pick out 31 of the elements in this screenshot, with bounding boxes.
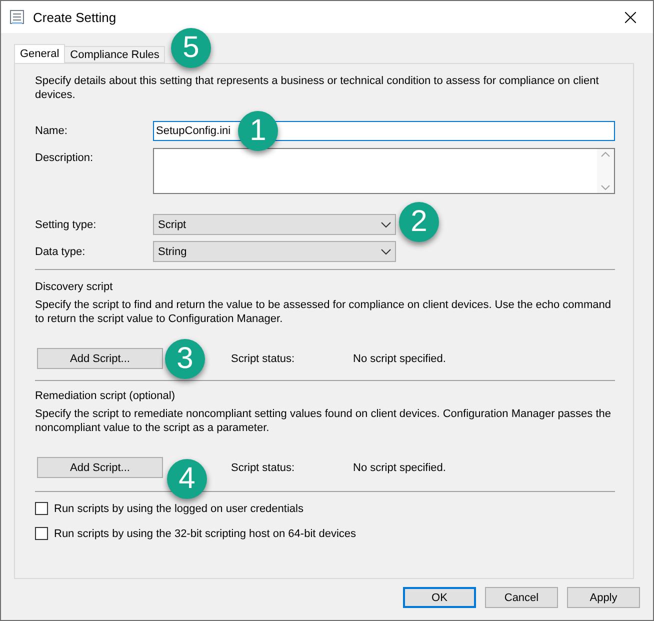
field-label: Data type: (35, 246, 86, 258)
status-label: Script status: (231, 352, 296, 364)
status-value: No script specified. (353, 462, 447, 474)
checkbox-label: Run scripts by using the logged on user credentials (54, 502, 304, 514)
close-icon (624, 12, 636, 22)
field-label: Name: (35, 125, 68, 137)
dropdown[interactable]: Script (153, 214, 396, 235)
add-script-button[interactable]: Add Script... (37, 348, 163, 369)
status-value: No script specified. (353, 352, 447, 364)
tab[interactable]: General (14, 44, 66, 63)
tab[interactable]: Compliance Rules (64, 46, 166, 63)
section-heading: Remediation script (optional) (35, 390, 176, 402)
section-description: Specify the script to find and return the value to be assessed for compliance on client devices. Use the echo command to return the script value to Configuration Manager. (35, 298, 612, 326)
dialog-button[interactable]: Apply (567, 587, 640, 608)
chevron-down-icon (381, 248, 391, 254)
dialog-button[interactable]: OK (403, 587, 476, 608)
status-label: Script status: (231, 462, 296, 474)
checkbox-label: Run scripts by using the 32-bit scripting host on 64-bit devices (54, 528, 356, 540)
settings-sheet-icon (9, 9, 25, 25)
chevron-down-icon (381, 222, 391, 228)
add-script-button[interactable]: Add Script... (37, 457, 163, 478)
section-description: Specify the script to remediate noncompliant setting values found on client devices. Configuration Manager passes the noncompliant value to the script as a parameter. (35, 407, 612, 435)
field-label: Description: (35, 151, 94, 164)
field-label: Setting type: (35, 218, 98, 230)
section-heading: Discovery script (35, 281, 114, 293)
dropdown[interactable]: String (153, 241, 396, 262)
checkbox[interactable] (35, 502, 48, 515)
checkbox[interactable] (35, 527, 48, 540)
window-title: Create Setting (33, 10, 118, 24)
dialog-button[interactable]: Cancel (485, 587, 558, 608)
intro-text: Specify details about this setting that represents a business or technical condition to assess for compliance on client devices. (35, 74, 600, 102)
